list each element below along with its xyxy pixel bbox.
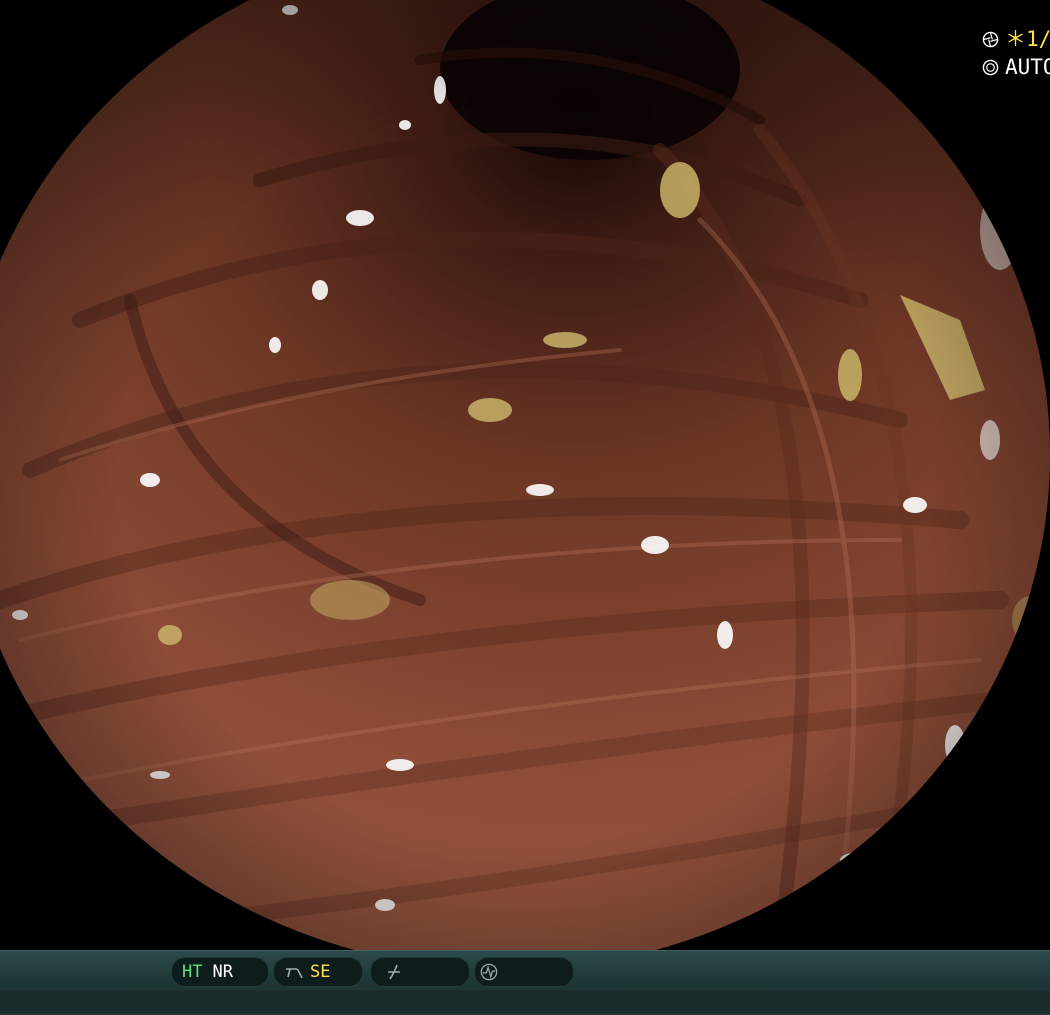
shutter-indicator: ＊1/ [982,26,1050,52]
nr-label: NR [212,962,233,982]
status-bar-lower-strip [0,990,1050,1014]
waveform-pill [474,957,574,987]
iris-mode-indicator: AUTO [982,54,1050,80]
color-enhance-icon [388,964,400,980]
endoscopy-view [0,0,1050,950]
shutter-value: ＊1/ [1005,27,1050,51]
waveform-icon [480,963,498,981]
structure-enhance-icon [286,968,303,979]
endoscopic-image [0,0,1050,950]
se-label: SE [310,962,331,982]
iris-mode-icon [982,59,999,76]
ht-nr-pill: HT NR [171,957,269,987]
iris-mode-value: AUTO [1005,55,1050,79]
structure-enhance-pill: SE [273,957,363,987]
color-enhance-pill [370,957,470,987]
shutter-icon [982,31,999,48]
ht-label: HT [182,962,203,982]
